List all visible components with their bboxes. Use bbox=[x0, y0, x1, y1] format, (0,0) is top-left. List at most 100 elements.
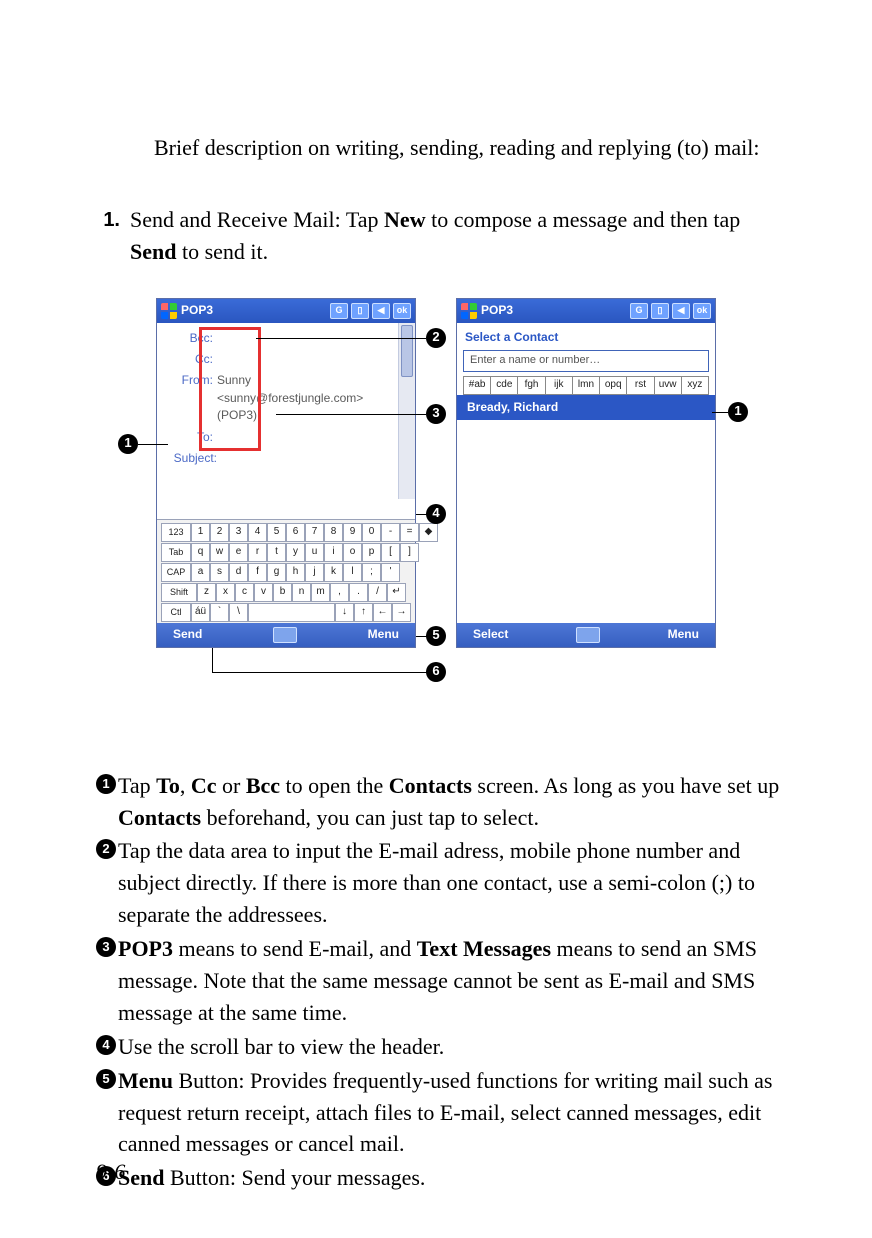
kb-key[interactable]: - bbox=[381, 523, 400, 542]
kb-key[interactable]: q bbox=[191, 543, 210, 562]
kb-key[interactable]: c bbox=[235, 583, 254, 602]
compose-scroll-thumb[interactable] bbox=[401, 325, 413, 377]
conn-icon[interactable]: G bbox=[330, 303, 348, 319]
kb-key[interactable]: p bbox=[362, 543, 381, 562]
speaker-icon[interactable]: ◀ bbox=[372, 303, 390, 319]
alpha-tab[interactable]: fgh bbox=[518, 377, 545, 394]
alpha-tab[interactable]: lmn bbox=[573, 377, 600, 394]
to-label[interactable]: To: bbox=[165, 429, 217, 446]
kb-key[interactable]: 2 bbox=[210, 523, 229, 542]
alpha-tab[interactable]: cde bbox=[491, 377, 518, 394]
kb-key[interactable]: 8 bbox=[324, 523, 343, 542]
alpha-tab[interactable]: #ab bbox=[464, 377, 491, 394]
kb-key[interactable]: 3 bbox=[229, 523, 248, 542]
kb-key[interactable]: l bbox=[343, 563, 362, 582]
kb-space[interactable] bbox=[248, 603, 335, 622]
kb-key[interactable]: n bbox=[292, 583, 311, 602]
kb-key[interactable]: ` bbox=[210, 603, 229, 622]
kb-key[interactable]: 123 bbox=[161, 523, 191, 542]
menu-button-right[interactable]: Menu bbox=[668, 626, 699, 643]
alpha-tab[interactable]: opq bbox=[600, 377, 627, 394]
kb-key[interactable]: d bbox=[229, 563, 248, 582]
kb-key[interactable]: áü bbox=[191, 603, 210, 622]
kb-key[interactable]: ◆ bbox=[419, 523, 438, 542]
kb-key[interactable]: u bbox=[305, 543, 324, 562]
kb-key[interactable]: 7 bbox=[305, 523, 324, 542]
kb-key[interactable]: 5 bbox=[267, 523, 286, 542]
speaker-icon[interactable]: ◀ bbox=[672, 303, 690, 319]
kb-key[interactable]: r bbox=[248, 543, 267, 562]
kb-key[interactable]: / bbox=[368, 583, 387, 602]
alpha-tab[interactable]: ijk bbox=[546, 377, 573, 394]
kb-key[interactable]: ↵ bbox=[387, 583, 406, 602]
kb-key[interactable]: → bbox=[392, 603, 411, 622]
select-button[interactable]: Select bbox=[473, 626, 508, 643]
kb-key[interactable]: \ bbox=[229, 603, 248, 622]
kb-key[interactable]: a bbox=[191, 563, 210, 582]
kb-key[interactable]: ] bbox=[400, 543, 419, 562]
bcc-row: Bcc: bbox=[165, 329, 407, 350]
soft-keyboard[interactable]: 123 1 2 3 4 5 6 7 8 9 0 - = ◆ Tab bbox=[157, 519, 415, 623]
sip-toggle-icon[interactable] bbox=[273, 627, 297, 643]
subject-row: Subject: bbox=[161, 449, 407, 470]
kb-key[interactable]: y bbox=[286, 543, 305, 562]
titlebar-icons: G ▯ ◀ ok bbox=[330, 303, 411, 319]
kb-key[interactable]: m bbox=[311, 583, 330, 602]
kb-key[interactable]: Shift bbox=[161, 583, 197, 602]
kb-key[interactable]: v bbox=[254, 583, 273, 602]
compose-scrollbar[interactable] bbox=[398, 323, 415, 499]
bcc-label[interactable]: Bcc: bbox=[165, 330, 217, 347]
kb-key[interactable]: Tab bbox=[161, 543, 191, 562]
kb-key[interactable]: i bbox=[324, 543, 343, 562]
kb-key[interactable]: t bbox=[267, 543, 286, 562]
kb-key[interactable]: Ctl bbox=[161, 603, 191, 622]
kb-key[interactable]: s bbox=[210, 563, 229, 582]
kb-key[interactable]: , bbox=[330, 583, 349, 602]
kb-key[interactable]: g bbox=[267, 563, 286, 582]
kb-row-5: Ctl áü ` \ ↓ ↑ ← → bbox=[161, 603, 411, 622]
kb-key[interactable]: . bbox=[349, 583, 368, 602]
kb-key[interactable]: h bbox=[286, 563, 305, 582]
signal-icon[interactable]: ▯ bbox=[651, 303, 669, 319]
cc-label[interactable]: Cc: bbox=[165, 351, 217, 368]
alpha-tab[interactable]: xyz bbox=[682, 377, 708, 394]
kb-key[interactable]: 9 bbox=[343, 523, 362, 542]
kb-key[interactable]: 0 bbox=[362, 523, 381, 542]
kb-key[interactable]: ↓ bbox=[335, 603, 354, 622]
menu-button[interactable]: Menu bbox=[368, 626, 399, 643]
kb-key[interactable]: f bbox=[248, 563, 267, 582]
kb-key[interactable]: ↑ bbox=[354, 603, 373, 622]
kb-key[interactable]: 4 bbox=[248, 523, 267, 542]
kb-key[interactable]: ← bbox=[373, 603, 392, 622]
step-body: Send and Receive Mail: Tap New to compos… bbox=[130, 204, 782, 268]
alpha-tab[interactable]: uvw bbox=[655, 377, 682, 394]
legend-badge-5: 5 bbox=[96, 1069, 116, 1089]
kb-key[interactable]: o bbox=[343, 543, 362, 562]
contact-search-input[interactable]: Enter a name or number… bbox=[463, 350, 709, 372]
alpha-tab[interactable]: rst bbox=[627, 377, 654, 394]
windows-flag-icon bbox=[161, 303, 177, 319]
conn-icon[interactable]: G bbox=[630, 303, 648, 319]
ok-button[interactable]: ok bbox=[393, 303, 411, 319]
kb-key[interactable]: 1 bbox=[191, 523, 210, 542]
kb-key[interactable]: ; bbox=[362, 563, 381, 582]
kb-key[interactable]: = bbox=[400, 523, 419, 542]
kb-key[interactable]: j bbox=[305, 563, 324, 582]
kb-key[interactable]: CAP bbox=[161, 563, 191, 582]
kb-key[interactable]: k bbox=[324, 563, 343, 582]
legend-item-1: 1 Tap To, Cc or Bcc to open the Contacts… bbox=[96, 770, 782, 834]
kb-key[interactable]: w bbox=[210, 543, 229, 562]
kb-key[interactable]: [ bbox=[381, 543, 400, 562]
kb-key[interactable]: z bbox=[197, 583, 216, 602]
kb-key[interactable]: 6 bbox=[286, 523, 305, 542]
kb-key[interactable]: x bbox=[216, 583, 235, 602]
contact-row-selected[interactable]: Bready, Richard bbox=[457, 395, 715, 420]
leader-line bbox=[138, 444, 168, 445]
kb-key[interactable]: e bbox=[229, 543, 248, 562]
kb-key[interactable]: ' bbox=[381, 563, 400, 582]
sip-toggle-icon[interactable] bbox=[576, 627, 600, 643]
send-button[interactable]: Send bbox=[173, 626, 202, 643]
signal-icon[interactable]: ▯ bbox=[351, 303, 369, 319]
ok-button[interactable]: ok bbox=[693, 303, 711, 319]
kb-key[interactable]: b bbox=[273, 583, 292, 602]
